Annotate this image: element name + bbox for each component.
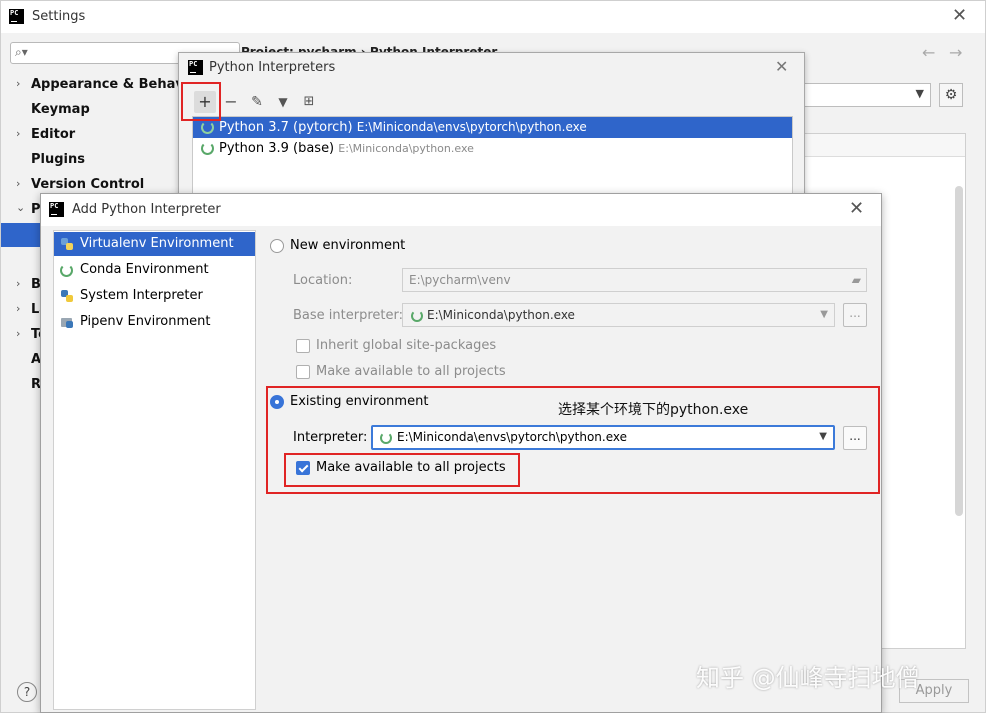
gear-icon[interactable]: ⚙: [939, 83, 963, 107]
add-interpreter-title: Add Python Interpreter: [72, 202, 221, 217]
conda-spinner-icon: [201, 142, 214, 155]
close-icon[interactable]: ✕: [849, 200, 864, 218]
expand-arrow-icon[interactable]: ›: [16, 177, 20, 190]
env-type-label: Conda Environment: [80, 262, 209, 277]
show-paths-tree-icon[interactable]: ⊞: [298, 91, 320, 113]
settings-titlebar: PC Settings ✕: [1, 1, 985, 33]
nav-item-editor[interactable]: Editor: [31, 127, 75, 142]
annotation-box-make-available: [284, 453, 520, 487]
expand-arrow-icon[interactable]: ›: [16, 327, 20, 340]
new-environment-label: New environment: [290, 238, 406, 253]
location-label: Location:: [293, 273, 353, 288]
interpreters-titlebar: PC Python Interpreters ✕: [179, 53, 804, 83]
conda-icon: [60, 264, 73, 277]
filter-icon[interactable]: ▼: [272, 91, 294, 113]
pipenv-icon: [61, 318, 73, 328]
inherit-checkbox[interactable]: [296, 339, 310, 353]
nav-item-version-control[interactable]: Version Control: [31, 177, 144, 192]
close-icon[interactable]: ✕: [775, 58, 788, 76]
forward-arrow-icon[interactable]: →: [949, 43, 962, 62]
expand-arrow-icon[interactable]: ›: [16, 302, 20, 315]
env-type-system[interactable]: System Interpreter: [54, 284, 255, 308]
scrollbar[interactable]: [955, 186, 963, 516]
env-type-label: Pipenv Environment: [80, 314, 211, 329]
location-value: E:\pycharm\venv: [409, 273, 511, 287]
annotation-text: 选择某个环境下的python.exe: [558, 402, 749, 418]
search-icon: ⌕▾: [15, 45, 28, 59]
pycharm-logo-icon: PC: [9, 9, 24, 24]
env-type-label: System Interpreter: [80, 288, 203, 303]
interpreter-path: E:\Miniconda\python.exe: [338, 142, 474, 155]
conda-spinner-icon: [201, 121, 214, 134]
remove-interpreter-button[interactable]: −: [220, 91, 242, 113]
expand-arrow-icon[interactable]: ›: [16, 77, 20, 90]
interpreters-title: Python Interpreters: [209, 60, 336, 75]
interpreter-path: E:\Miniconda\envs\pytorch\python.exe: [356, 120, 587, 134]
interpreter-dropdown[interactable]: ▼: [801, 83, 931, 107]
nav-item-plugins[interactable]: Plugins: [31, 152, 85, 167]
python-icon: [61, 290, 73, 302]
chevron-down-icon: ▼: [820, 309, 828, 320]
close-icon[interactable]: ✕: [952, 7, 967, 25]
new-environment-radio[interactable]: [270, 239, 284, 253]
env-type-virtualenv[interactable]: Virtualenv Environment: [54, 232, 255, 256]
python-icon: [61, 238, 73, 250]
collapse-arrow-icon[interactable]: ⌄: [16, 201, 25, 214]
interpreter-name: Python 3.7 (pytorch): [219, 120, 353, 135]
add-interpreter-titlebar: PC Add Python Interpreter ✕: [41, 194, 881, 226]
browse-base-button[interactable]: ...: [843, 303, 867, 327]
base-interpreter-label: Base interpreter:: [293, 308, 403, 323]
make-available-new-label: Make available to all projects: [316, 364, 506, 379]
nav-selected-highlight: [1, 223, 41, 247]
interpreter-name: Python 3.9 (base): [219, 141, 335, 156]
env-type-conda[interactable]: Conda Environment: [54, 258, 255, 282]
folder-icon[interactable]: ▰: [852, 269, 861, 291]
conda-spinner-icon: [411, 310, 423, 322]
annotation-box-add-button: [181, 82, 221, 121]
watermark-text: 知乎 @仙峰寺扫地僧: [696, 664, 920, 692]
chevron-down-icon: ▼: [915, 87, 924, 100]
env-type-pipenv[interactable]: Pipenv Environment: [54, 310, 255, 334]
inherit-label: Inherit global site-packages: [316, 338, 497, 353]
settings-title: Settings: [32, 9, 86, 24]
base-interpreter-dropdown[interactable]: E:\Miniconda\python.exe ▼: [402, 303, 835, 327]
back-arrow-icon[interactable]: ←: [922, 43, 935, 62]
base-interpreter-value: E:\Miniconda\python.exe: [427, 308, 575, 322]
location-field[interactable]: E:\pycharm\venv ▰: [402, 268, 867, 292]
edit-pencil-icon[interactable]: ✎: [246, 91, 268, 113]
expand-arrow-icon[interactable]: ›: [16, 277, 20, 290]
list-item[interactable]: Python 3.9 (base) E:\Miniconda\python.ex…: [193, 138, 792, 159]
list-item[interactable]: Python 3.7 (pytorch) E:\Miniconda\envs\p…: [193, 117, 792, 138]
env-type-label: Virtualenv Environment: [80, 236, 234, 251]
expand-arrow-icon[interactable]: ›: [16, 127, 20, 140]
table-header: [802, 134, 965, 157]
pycharm-logo-icon: PC: [49, 202, 64, 217]
make-available-new-checkbox[interactable]: [296, 365, 310, 379]
environment-type-list: Virtualenv Environment Conda Environment…: [53, 230, 256, 710]
pycharm-logo-icon: PC: [188, 60, 203, 75]
python-interpreters-dialog: PC Python Interpreters ✕ + − ✎ ▼ ⊞ Pytho…: [178, 52, 805, 206]
help-button[interactable]: ?: [17, 682, 37, 702]
nav-item-keymap[interactable]: Keymap: [31, 102, 90, 117]
